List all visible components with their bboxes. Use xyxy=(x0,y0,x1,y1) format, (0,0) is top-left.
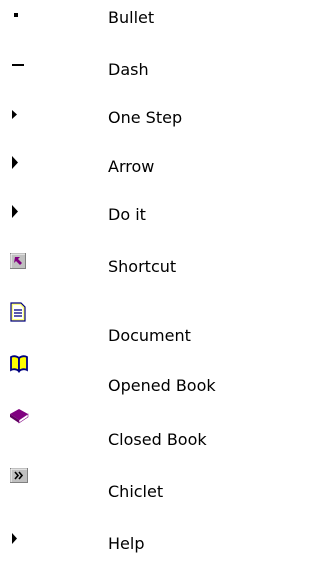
list-item-chiclet: Chiclet xyxy=(0,462,258,502)
document-icon xyxy=(10,302,34,326)
list-item-label: Bullet xyxy=(108,8,155,27)
arrow-icon xyxy=(10,155,34,179)
list-item-label: Opened Book xyxy=(108,376,216,395)
list-item-do-it: Do it xyxy=(0,196,258,236)
list-item-bullet: Bullet xyxy=(0,0,258,40)
bullet-icon xyxy=(10,10,34,34)
list-item-label: Help xyxy=(108,534,145,553)
list-item-label: Do it xyxy=(108,205,146,224)
dash-icon xyxy=(10,60,34,84)
list-item-arrow: Arrow xyxy=(0,147,258,187)
list-item-opened-book: Opened Book xyxy=(0,354,258,395)
list-item-label: Document xyxy=(108,326,191,345)
list-item-dash: Dash xyxy=(0,52,258,92)
list-item-shortcut: Shortcut xyxy=(0,245,258,285)
list-item-label: Closed Book xyxy=(108,430,207,449)
list-item-label: Shortcut xyxy=(108,257,177,276)
arrow-icon xyxy=(10,532,34,556)
list-item-closed-book: Closed Book xyxy=(0,408,258,449)
list-item-document: Document xyxy=(0,298,258,345)
list-item-label: Chiclet xyxy=(108,482,164,501)
list-item-label: One Step xyxy=(108,108,183,127)
chiclet-icon xyxy=(10,468,34,492)
list-item-one-step: One Step xyxy=(0,98,258,138)
list-item-help: Help xyxy=(0,522,258,562)
small-arrow-icon xyxy=(10,108,34,132)
arrow-icon xyxy=(10,204,34,228)
closed-book-icon xyxy=(10,408,34,432)
list-item-label: Dash xyxy=(108,60,149,79)
opened-book-icon xyxy=(10,354,34,378)
list-item-label: Arrow xyxy=(108,157,155,176)
shortcut-icon xyxy=(10,253,34,277)
